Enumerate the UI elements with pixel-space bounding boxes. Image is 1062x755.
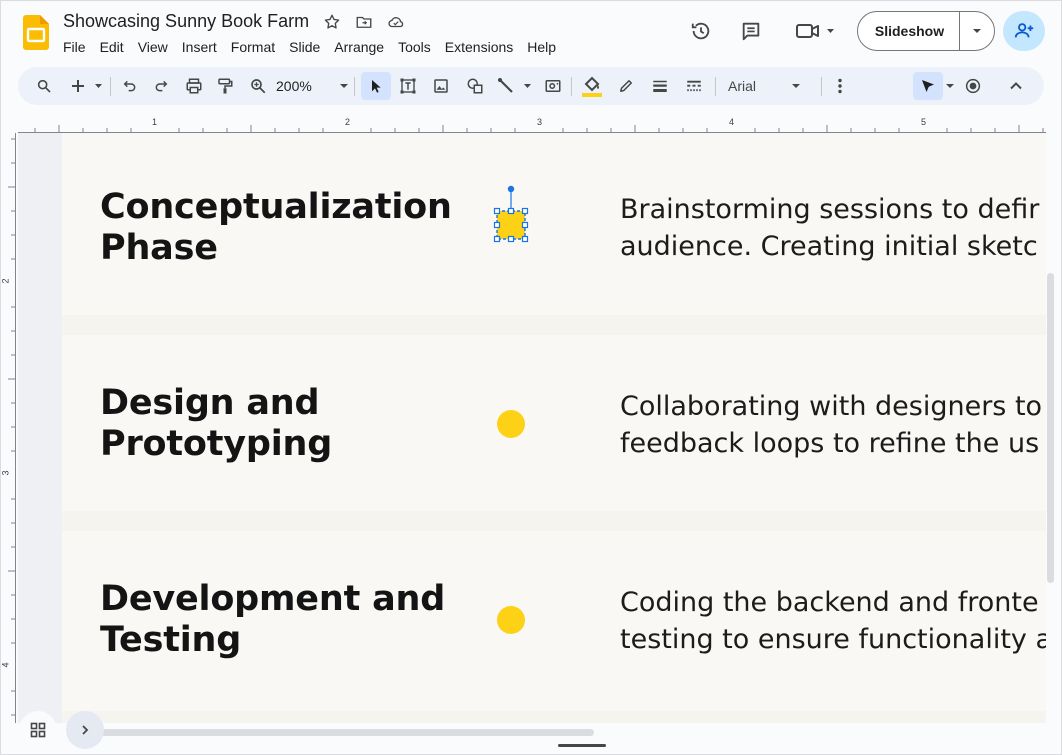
header: Showcasing Sunny Book Farm File Edit Vie…	[1, 1, 1061, 65]
cloud-saved-icon[interactable]	[385, 11, 407, 33]
vertical-scrollbar[interactable]	[1047, 273, 1054, 583]
paint-format-icon[interactable]	[213, 72, 237, 100]
zoom-icon[interactable]	[246, 72, 270, 100]
ruler-number: 4	[729, 117, 735, 127]
ruler-number: 4	[0, 662, 11, 668]
phase-description[interactable]: Coding the backend and fronte testing to…	[620, 584, 1046, 658]
collapse-toolbar-icon[interactable]	[1004, 72, 1028, 100]
laser-pointer-icon[interactable]	[913, 72, 943, 100]
chevron-down-icon	[340, 84, 348, 88]
slideshow-label[interactable]: Slideshow	[858, 23, 959, 39]
comments-icon[interactable]	[734, 14, 768, 48]
document-title[interactable]: Showcasing Sunny Book Farm	[63, 11, 309, 32]
phase-description-line: testing to ensure functionality a	[620, 624, 1046, 655]
phase-row[interactable]: Development and Testing Coding the backe…	[62, 531, 1046, 711]
menu-extensions[interactable]: Extensions	[438, 37, 520, 57]
toolbar-divider	[571, 77, 572, 96]
ruler-ticks	[8, 138, 16, 716]
more-options-icon[interactable]	[830, 72, 850, 100]
phase-description-line: Collaborating with designers to	[620, 391, 1043, 422]
show-filmstrip-chevron-icon[interactable]	[66, 711, 104, 749]
fill-color-icon[interactable]	[580, 72, 604, 100]
redo-icon[interactable]	[149, 72, 173, 100]
video-call-icon[interactable]	[791, 14, 841, 48]
slideshow-options-chevron-icon[interactable]	[960, 25, 994, 37]
menu-insert[interactable]: Insert	[175, 37, 224, 57]
version-history-icon[interactable]	[684, 14, 718, 48]
insert-image-placeholder-icon[interactable]	[541, 72, 565, 100]
toolbar-divider	[110, 77, 111, 96]
ruler-number: 5	[921, 117, 927, 127]
pointer-options-chevron-icon[interactable]	[944, 72, 956, 100]
border-weight-icon[interactable]	[648, 72, 672, 100]
zoom-value: 200%	[276, 78, 312, 94]
star-icon[interactable]	[321, 11, 343, 33]
ruler-ticks	[34, 125, 1044, 133]
phase-description[interactable]: Brainstorming sessions to defir audience…	[620, 191, 1039, 265]
toolbar: 200% Arial	[18, 67, 1044, 105]
record-icon[interactable]	[961, 72, 985, 100]
phase-row[interactable]: Design and Prototyping Collaborating wit…	[62, 335, 1046, 511]
image-icon[interactable]	[429, 72, 453, 100]
move-to-folder-icon[interactable]	[353, 11, 375, 33]
phase-row[interactable]: Conceptualization Phase Brainstorming se…	[62, 133, 1046, 315]
phase-title[interactable]: Conceptualization Phase	[100, 187, 460, 269]
toolbar-divider	[354, 77, 355, 96]
phase-description-line: Coding the backend and fronte	[620, 587, 1039, 618]
phase-title[interactable]: Development and Testing	[100, 579, 460, 661]
timeline-dot[interactable]	[497, 410, 525, 438]
toolbar-divider	[715, 77, 716, 96]
toolbar-divider	[821, 77, 822, 96]
menu-view[interactable]: View	[131, 37, 175, 57]
title-icons	[321, 11, 407, 33]
vertical-ruler[interactable]: 2 3 4	[1, 133, 18, 723]
new-slide-button[interactable]	[66, 72, 106, 100]
zoom-select[interactable]: 200%	[276, 72, 350, 100]
phase-description-line: feedback loops to refine the us	[620, 428, 1040, 459]
slide-canvas[interactable]: Conceptualization Phase Brainstorming se…	[18, 133, 1046, 723]
shape-icon[interactable]	[463, 72, 487, 100]
ruler-number: 1	[152, 117, 158, 127]
menu-tools[interactable]: Tools	[391, 37, 438, 57]
select-tool-icon[interactable]	[361, 72, 391, 100]
undo-icon[interactable]	[118, 72, 142, 100]
slides-logo-icon[interactable]	[23, 15, 49, 50]
timeline-dot[interactable]	[497, 606, 525, 634]
grid-view-icon[interactable]	[19, 711, 57, 749]
filmstrip-handle[interactable]	[558, 744, 606, 747]
menu-arrange[interactable]: Arrange	[327, 37, 391, 57]
phase-title[interactable]: Design and Prototyping	[100, 383, 460, 465]
horizontal-ruler[interactable]: 1 2 3 4 5	[18, 117, 1046, 133]
slides-app: Showcasing Sunny Book Farm File Edit Vie…	[0, 0, 1062, 755]
menu-help[interactable]: Help	[520, 37, 563, 57]
menu-slide[interactable]: Slide	[282, 37, 327, 57]
ruler-number: 2	[345, 117, 351, 127]
ruler-number: 3	[0, 470, 11, 476]
chevron-down-icon	[792, 84, 800, 88]
phase-description[interactable]: Collaborating with designers to feedback…	[620, 388, 1042, 462]
ruler-number: 3	[537, 117, 543, 127]
text-box-icon[interactable]	[396, 72, 420, 100]
phase-description-line: Brainstorming sessions to defir	[620, 194, 1040, 225]
selected-shape[interactable]	[492, 183, 532, 251]
menu-edit[interactable]: Edit	[93, 37, 131, 57]
menu-bar: File Edit View Insert Format Slide Arran…	[56, 37, 563, 57]
menu-format[interactable]: Format	[224, 37, 282, 57]
line-tool-button[interactable]	[495, 72, 537, 100]
border-dash-icon[interactable]	[682, 72, 706, 100]
font-name: Arial	[728, 78, 757, 94]
print-icon[interactable]	[182, 72, 206, 100]
slideshow-button[interactable]: Slideshow	[857, 11, 995, 51]
horizontal-scrollbar[interactable]	[99, 729, 594, 736]
ruler-number: 2	[0, 278, 11, 284]
slide[interactable]: Conceptualization Phase Brainstorming se…	[62, 133, 1046, 723]
font-select[interactable]: Arial	[722, 72, 808, 100]
menu-file[interactable]: File	[56, 37, 93, 57]
border-color-icon[interactable]	[614, 72, 638, 100]
search-menus-icon[interactable]	[32, 72, 56, 100]
phase-description-line: audience. Creating initial sketc	[620, 231, 1038, 262]
add-person-icon[interactable]	[1003, 11, 1045, 51]
